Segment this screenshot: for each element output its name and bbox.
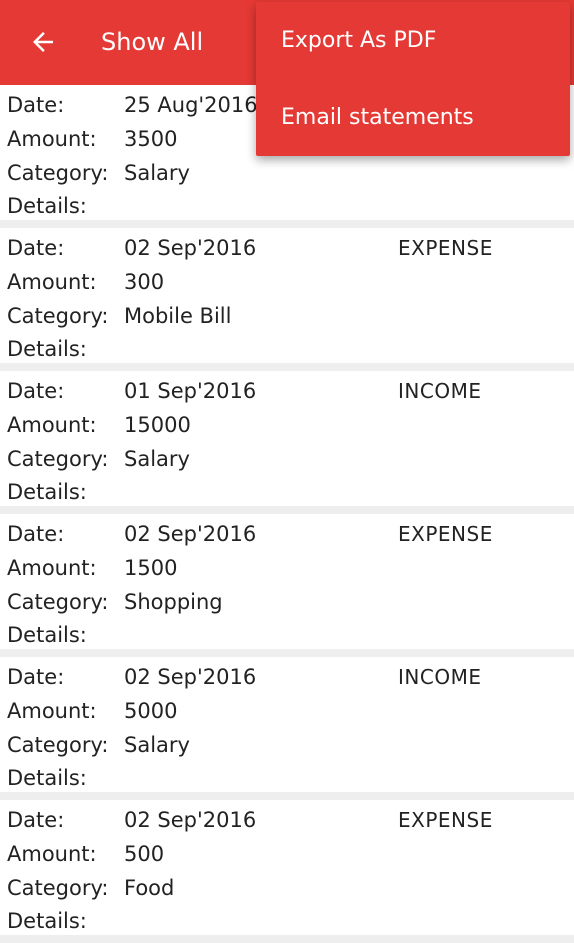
amount-label: Amount: <box>7 270 97 294</box>
arrow-back-icon <box>33 32 53 52</box>
amount-value: 5000 <box>124 699 178 723</box>
transaction-type: INCOME <box>398 379 482 403</box>
date-row: Date: 02 Sep'2016 <box>7 517 256 551</box>
category-value: Salary <box>124 733 190 757</box>
transaction-type: INCOME <box>398 665 482 689</box>
amount-value: 3500 <box>124 127 178 151</box>
amount-row: Amount: 5000 <box>7 694 177 728</box>
amount-label: Amount: <box>7 556 97 580</box>
date-row: Date: 02 Sep'2016 <box>7 803 256 837</box>
date-label: Date: <box>7 93 65 117</box>
amount-label: Amount: <box>7 413 97 437</box>
date-label: Date: <box>7 808 65 832</box>
category-value: Shopping <box>124 590 223 614</box>
date-value: 02 Sep'2016 <box>124 808 257 832</box>
amount-value: 1500 <box>124 556 178 580</box>
amount-value: 500 <box>124 842 165 866</box>
date-value: 02 Sep'2016 <box>124 236 257 260</box>
transaction-type: EXPENSE <box>398 808 493 832</box>
category-value: Mobile Bill <box>124 304 232 328</box>
transaction-card[interactable]: Date: 02 Sep'2016 Amount: 1500 Category: Sh… <box>0 514 574 657</box>
date-label: Date: <box>7 522 65 546</box>
amount-row: Amount: 300 <box>7 265 164 299</box>
category-label: Category: <box>7 590 109 614</box>
amount-value: 15000 <box>124 413 191 437</box>
date-value: 02 Sep'2016 <box>124 522 257 546</box>
category-label: Category: <box>7 733 109 757</box>
transaction-card[interactable]: Date: 02 Sep'2016 Amount: 500 Category: Foo… <box>0 800 574 943</box>
export-pdf-menu-item[interactable]: Export As PDF <box>256 2 570 79</box>
details-label: Details: <box>7 480 87 504</box>
back-button[interactable] <box>18 20 68 64</box>
details-row: Details: <box>7 761 124 795</box>
amount-label: Amount: <box>7 127 97 151</box>
date-value: 02 Sep'2016 <box>124 665 257 689</box>
date-label: Date: <box>7 379 65 403</box>
amount-row: Amount: 15000 <box>7 408 191 442</box>
category-label: Category: <box>7 447 109 471</box>
date-row: Date: 02 Sep'2016 <box>7 660 256 694</box>
category-label: Category: <box>7 304 109 328</box>
details-row: Details: <box>7 618 124 652</box>
category-row: Category: Shopping <box>7 585 223 619</box>
amount-label: Amount: <box>7 699 97 723</box>
amount-row: Amount: 500 <box>7 837 164 871</box>
page-title: Show All <box>101 28 204 56</box>
details-row: Details: <box>7 189 124 223</box>
date-row: Date: 25 Aug'2016 <box>7 88 258 122</box>
details-row: Details: <box>7 332 124 366</box>
details-row: Details: <box>7 904 124 938</box>
category-row: Category: Salary <box>7 156 190 190</box>
date-value: 01 Sep'2016 <box>124 379 257 403</box>
date-value: 25 Aug'2016 <box>124 93 258 117</box>
date-row: Date: 02 Sep'2016 <box>7 231 256 265</box>
overflow-menu: Export As PDF Email statements <box>256 2 570 156</box>
details-row: Details: <box>7 475 124 509</box>
transaction-list: Date: 25 Aug'2016 Amount: 3500 Category: Sa… <box>0 85 574 943</box>
amount-row: Amount: 3500 <box>7 122 177 156</box>
details-label: Details: <box>7 909 87 933</box>
details-label: Details: <box>7 337 87 361</box>
category-label: Category: <box>7 161 109 185</box>
details-label: Details: <box>7 766 87 790</box>
details-label: Details: <box>7 194 87 218</box>
category-row: Category: Salary <box>7 728 190 762</box>
details-label: Details: <box>7 623 87 647</box>
email-statements-menu-item[interactable]: Email statements <box>256 79 570 156</box>
category-row: Category: Mobile Bill <box>7 299 231 333</box>
date-row: Date: 01 Sep'2016 <box>7 374 256 408</box>
transaction-card[interactable]: Date: 02 Sep'2016 Amount: 300 Category: Mob… <box>0 228 574 371</box>
category-value: Salary <box>124 447 190 471</box>
date-label: Date: <box>7 236 65 260</box>
category-value: Salary <box>124 161 190 185</box>
transaction-type: EXPENSE <box>398 236 493 260</box>
amount-row: Amount: 1500 <box>7 551 177 585</box>
amount-value: 300 <box>124 270 165 294</box>
amount-label: Amount: <box>7 842 97 866</box>
category-row: Category: Salary <box>7 442 190 476</box>
transaction-card[interactable]: Date: 02 Sep'2016 Amount: 5000 Category: Sa… <box>0 657 574 800</box>
transaction-card[interactable]: Date: 01 Sep'2016 Amount: 15000 Category: S… <box>0 371 574 514</box>
transaction-type: EXPENSE <box>398 522 493 546</box>
date-label: Date: <box>7 665 65 689</box>
